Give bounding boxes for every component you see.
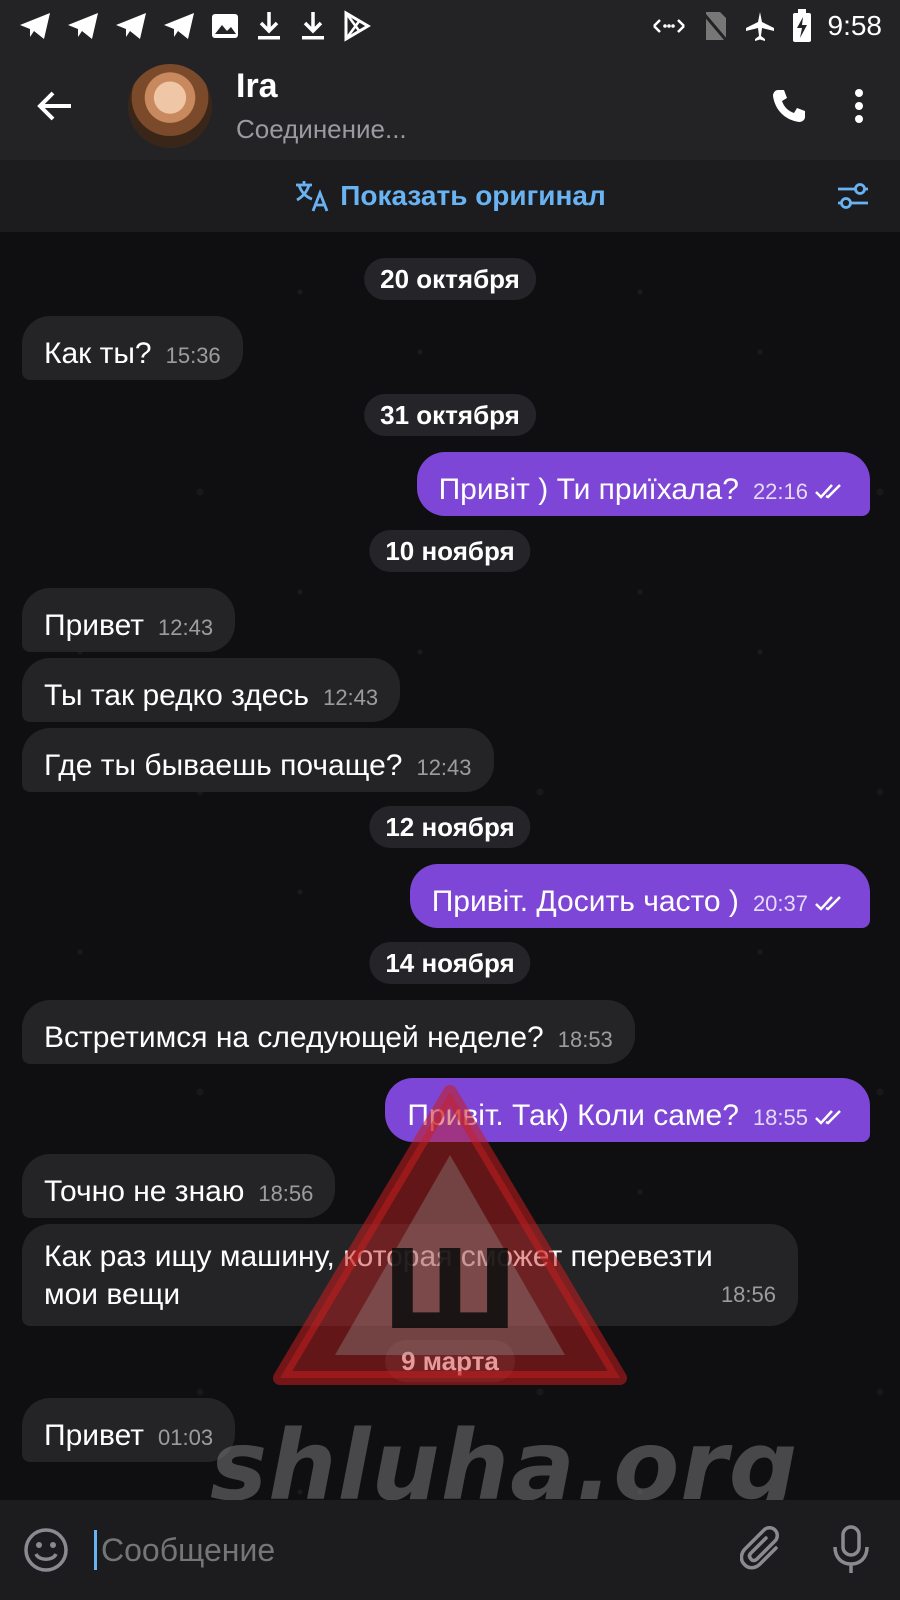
message-text: Встретимся на следующей неделе? <box>44 1021 544 1054</box>
translate-icon <box>296 181 329 212</box>
message-text: Привет <box>44 609 145 642</box>
data-arrows-icon <box>652 19 685 33</box>
chat-history[interactable]: 20 октября Как ты? 15:36 31 октября Приві… <box>0 232 900 1500</box>
message-time: 18:56 <box>720 1282 776 1307</box>
message-incoming[interactable]: Как раз ищу машину, которая сможет перев… <box>22 1224 798 1326</box>
avatar[interactable] <box>128 64 212 148</box>
message-text: Где ты бываешь почаще? <box>44 749 403 782</box>
message-input[interactable] <box>94 1530 740 1570</box>
no-sim-icon <box>702 12 727 41</box>
message-time: 12:43 <box>323 685 379 710</box>
chat-name: Ira <box>236 67 278 105</box>
message-outgoing[interactable]: Привіт. Так) Коли саме? 18:55 <box>385 1078 870 1142</box>
telegram-icon <box>164 13 194 39</box>
airplane-icon <box>745 12 774 41</box>
microphone-icon[interactable] <box>832 1525 870 1575</box>
date-separator: 31 октября <box>364 394 536 436</box>
phone-icon[interactable] <box>770 87 808 125</box>
filter-settings-icon[interactable] <box>836 180 870 212</box>
double-check-icon <box>815 484 841 499</box>
download-icon <box>302 12 324 40</box>
message-text: Привіт. Так) Коли саме? <box>407 1099 739 1132</box>
status-bar: 9:58 <box>0 0 900 52</box>
message-time: 12:43 <box>416 755 472 780</box>
message-text-line: Как раз ищу машину, которая сможет перев… <box>44 1240 713 1273</box>
double-check-icon <box>815 1110 841 1125</box>
message-text: Точно не знаю <box>44 1175 245 1208</box>
emoji-icon[interactable] <box>22 1526 70 1574</box>
message-time: 01:03 <box>158 1425 214 1450</box>
message-text-line: мои вещи <box>44 1278 181 1311</box>
status-time: 9:58 <box>827 10 883 41</box>
show-original-button[interactable]: Показать оригинал <box>294 179 606 213</box>
chat-status: Соединение... <box>236 114 407 144</box>
more-vert-icon[interactable] <box>854 88 864 124</box>
message-incoming[interactable]: Как ты? 15:36 <box>22 316 243 380</box>
message-incoming[interactable]: Привет 01:03 <box>22 1398 236 1462</box>
message-time: 15:36 <box>165 343 221 368</box>
chat-title[interactable]: Ira Соединение... <box>236 67 407 145</box>
download-icon <box>258 12 280 40</box>
message-text: Привіт. Досить часто ) <box>431 885 739 918</box>
message-time: 12:43 <box>158 615 214 640</box>
double-check-icon <box>815 896 841 911</box>
arrow-left-icon <box>37 91 71 121</box>
show-original-label: Показать оригинал <box>340 180 606 211</box>
date-separator: 12 ноября <box>369 806 531 848</box>
battery-charging-icon <box>792 9 811 42</box>
message-incoming[interactable]: Встретимся на следующей неделе? 18:53 <box>22 1000 635 1064</box>
date-separator: 20 октября <box>364 258 536 300</box>
telegram-icon <box>20 13 50 39</box>
paperclip-icon[interactable] <box>740 1526 784 1574</box>
date-separator: 14 ноября <box>369 942 531 984</box>
back-button[interactable] <box>0 90 110 122</box>
message-text: Ты так редко здесь <box>44 679 310 712</box>
message-text: Как ты? <box>44 337 152 370</box>
message-time: 20:37 <box>752 891 808 916</box>
translate-bar: Показать оригинал <box>0 160 900 232</box>
play-store-icon <box>344 10 371 42</box>
message-time: 18:56 <box>258 1181 314 1206</box>
message-time: 18:55 <box>752 1105 808 1130</box>
message-outgoing[interactable]: Привіт. Досить часто ) 20:37 <box>409 864 870 928</box>
chat-header: Ira Соединение... <box>0 52 900 160</box>
telegram-icon <box>116 13 146 39</box>
message-incoming[interactable]: Где ты бываешь почаще? 12:43 <box>22 728 494 792</box>
message-incoming[interactable]: Точно не знаю 18:56 <box>22 1154 336 1218</box>
message-text: Привіт ) Ти приїхала? <box>438 473 739 506</box>
date-separator: 9 марта <box>385 1340 515 1382</box>
telegram-icon <box>68 13 98 39</box>
message-outgoing[interactable]: Привіт ) Ти приїхала? 22:16 <box>416 452 870 516</box>
image-icon <box>212 14 238 38</box>
date-separator: 10 ноября <box>369 530 531 572</box>
message-text: Привет <box>44 1419 145 1452</box>
message-time: 22:16 <box>752 479 808 504</box>
message-composer <box>0 1500 900 1600</box>
message-time: 18:53 <box>557 1027 613 1052</box>
message-incoming[interactable]: Ты так редко здесь 12:43 <box>22 658 401 722</box>
message-incoming[interactable]: Привет 12:43 <box>22 588 236 652</box>
